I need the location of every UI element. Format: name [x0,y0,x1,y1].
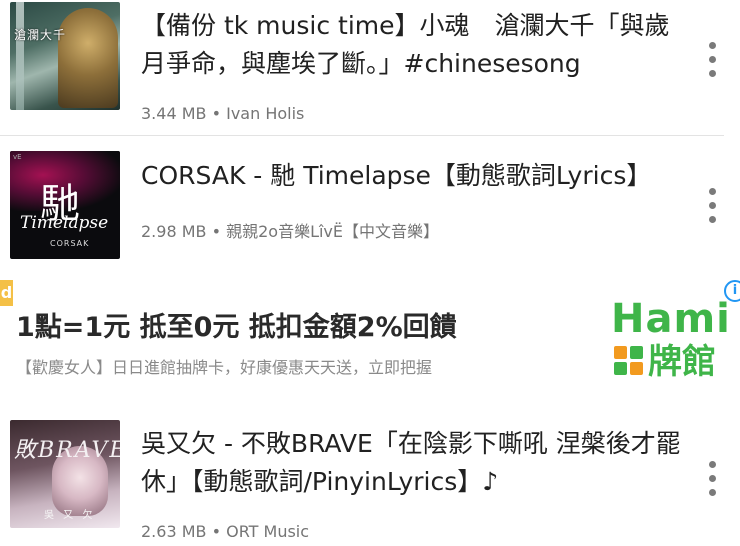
ad-description[interactable]: 【歡慶女人】日日進館抽牌卡，好康優惠天天送，立即把握 [16,354,432,378]
ad-info-icon[interactable]: i [724,280,740,302]
thumbnail-title: 敗BRAVE [14,438,120,463]
more-options-icon[interactable] [700,461,726,501]
thumbnail-caption: 滄瀾大千 [14,28,67,42]
item-meta: 3.44 MB • Ivan Holis [141,104,305,123]
thumbnail-art [16,2,24,110]
item-meta: 2.63 MB • ORT Music [141,522,310,541]
item-title[interactable]: CORSAK - 馳 Timelapse【動態歌詞Lyrics】 [141,157,681,195]
thumbnail-corner-text: vE [13,153,22,161]
thumbnail-artist: CORSAK [50,239,90,248]
ad-badge: d [0,280,13,306]
video-thumbnail[interactable]: 敗BRAVE 吳 又 欠 [10,420,120,528]
thumbnail-subtitle: Timelapse [20,213,109,233]
ad-headline[interactable]: 1點=1元 抵至0元 抵扣金額2%回饋 [16,305,457,344]
list-item[interactable]: vE 馳 Timelapse CORSAK CORSAK - 馳 Timelap… [0,136,740,276]
item-meta: 2.98 MB • 親親2o音樂LîvЁ【中文音樂】 [141,222,440,241]
more-options-icon[interactable] [700,42,726,82]
ad-brand-subtitle[interactable]: 牌館 [648,342,716,382]
ad-brand-logo-text[interactable]: Hami [611,296,731,342]
more-options-icon[interactable] [700,188,726,228]
item-title[interactable]: 吳又欠 - 不敗BRAVE「在陰影下嘶吼 涅槃後才罷休」【動態歌詞/Pinyin… [141,425,681,501]
thumbnail-artist: 吳 又 欠 [44,510,96,521]
ad-brand-logo-icon [614,346,644,376]
thumbnail-art [58,8,118,108]
item-title[interactable]: 【備份 tk music time】小魂 滄瀾大千「與歲月爭命，與塵埃了斷。」#… [141,7,681,83]
video-thumbnail[interactable]: vE 馳 Timelapse CORSAK [10,151,120,259]
video-thumbnail[interactable]: 滄瀾大千 [10,2,120,110]
list-item[interactable]: 敗BRAVE 吳 又 欠 吳又欠 - 不敗BRAVE「在陰影下嘶吼 涅槃後才罷休… [0,404,740,546]
list-item[interactable]: 滄瀾大千 【備份 tk music time】小魂 滄瀾大千「與歲月爭命，與塵埃… [0,0,740,135]
